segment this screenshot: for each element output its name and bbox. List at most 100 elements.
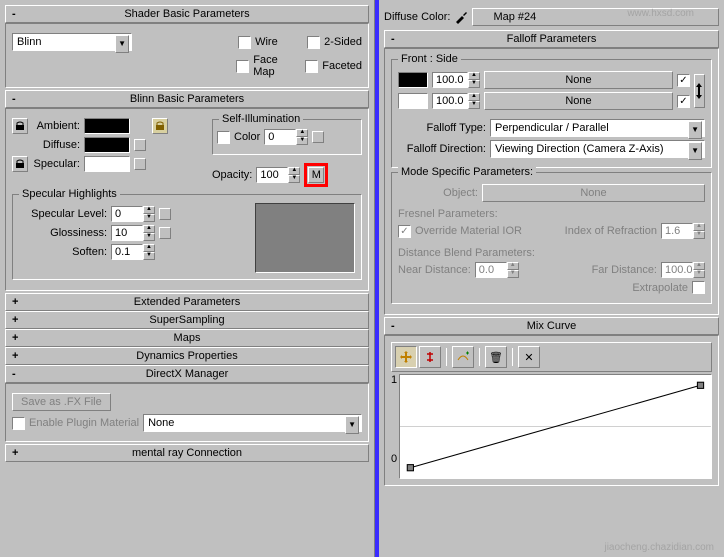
enable-plugin-checkbox[interactable] xyxy=(12,417,25,430)
color-checkbox[interactable] xyxy=(217,131,230,144)
lock-diffuse-specular-button[interactable] xyxy=(12,156,28,172)
collapse-icon: - xyxy=(391,320,395,332)
two-sided-checkbox[interactable] xyxy=(307,36,320,49)
glossiness-map-button[interactable] xyxy=(159,227,171,239)
side-value-input[interactable]: 100.0 xyxy=(432,93,468,109)
soften-input[interactable]: 0.1 xyxy=(111,244,143,260)
blinn-basic-header[interactable]: - Blinn Basic Parameters xyxy=(5,90,369,108)
extended-params-title: Extended Parameters xyxy=(134,296,240,308)
delete-point-button[interactable]: 🗑 xyxy=(485,346,507,368)
mentalray-title: mental ray Connection xyxy=(132,447,242,459)
soften-label: Soften: xyxy=(19,246,107,258)
spinner-down[interactable]: ▼ xyxy=(143,233,155,241)
y-axis-1: 1 xyxy=(391,374,397,386)
spec-level-input[interactable]: 0 xyxy=(111,206,143,222)
add-point-icon xyxy=(456,350,470,364)
front-side-title: Front : Side xyxy=(398,53,461,65)
supersampling-header[interactable]: +SuperSampling xyxy=(5,311,369,329)
falloff-dir-dropdown[interactable]: Viewing Direction (Camera Z-Axis) xyxy=(490,140,705,158)
directx-header[interactable]: -DirectX Manager xyxy=(5,365,369,383)
side-enable-checkbox[interactable]: ✓ xyxy=(677,95,690,108)
specular-preview xyxy=(255,203,355,273)
opacity-map-button[interactable]: M xyxy=(308,167,324,183)
side-map-button[interactable]: None xyxy=(484,92,673,110)
falloff-type-label: Falloff Type: xyxy=(398,122,486,134)
y-axis-0: 0 xyxy=(391,453,397,465)
near-label: Near Distance: xyxy=(398,264,471,276)
maps-title: Maps xyxy=(174,332,201,344)
faceted-checkbox[interactable] xyxy=(305,60,318,73)
front-enable-checkbox[interactable]: ✓ xyxy=(677,74,690,87)
curve-chart xyxy=(400,375,711,478)
spinner-up[interactable]: ▲ xyxy=(143,225,155,233)
shader-basic-header[interactable]: - Shader Basic Parameters xyxy=(5,5,369,23)
plugin-dropdown[interactable]: None xyxy=(143,414,362,432)
override-ior-checkbox: ✓ xyxy=(398,225,411,238)
spinner-down[interactable]: ▼ xyxy=(468,101,480,109)
mix-curve-header[interactable]: -Mix Curve xyxy=(384,317,719,335)
spinner-down[interactable]: ▼ xyxy=(296,137,308,145)
shader-basic-rollout: - Shader Basic Parameters Blinn Wire 2-S… xyxy=(5,5,369,88)
spinner-up[interactable]: ▲ xyxy=(296,129,308,137)
spinner-up[interactable]: ▲ xyxy=(143,244,155,252)
extrapolate-label: Extrapolate xyxy=(632,282,688,294)
self-illum-input[interactable]: 0 xyxy=(264,129,296,145)
scale-tool-button[interactable] xyxy=(419,346,441,368)
dynamics-header[interactable]: +Dynamics Properties xyxy=(5,347,369,365)
curve-toolbar: 🗑 ✕ xyxy=(391,342,712,372)
maps-header[interactable]: + Maps xyxy=(5,329,369,347)
ambient-swatch[interactable] xyxy=(84,118,130,134)
collapse-icon: - xyxy=(12,368,16,380)
facemap-checkbox[interactable] xyxy=(236,60,249,73)
left-panel: - Shader Basic Parameters Blinn Wire 2-S… xyxy=(0,0,375,557)
front-map-button[interactable]: None xyxy=(484,71,673,89)
extended-params-header[interactable]: +Extended Parameters xyxy=(5,293,369,311)
eyedropper-icon xyxy=(454,10,468,24)
self-illum-map-button[interactable] xyxy=(312,131,324,143)
spinner-up[interactable]: ▲ xyxy=(468,93,480,101)
spinner-down[interactable]: ▼ xyxy=(288,175,300,183)
side-swatch[interactable] xyxy=(398,93,428,109)
spinner-down[interactable]: ▼ xyxy=(143,252,155,260)
spinner-down[interactable]: ▼ xyxy=(468,80,480,88)
front-swatch[interactable] xyxy=(398,72,428,88)
override-ior-label: Override Material IOR xyxy=(415,225,522,237)
falloff-type-dropdown[interactable]: Perpendicular / Parallel xyxy=(490,119,705,137)
lock-ambient-button[interactable] xyxy=(152,118,168,134)
curve-editor[interactable] xyxy=(399,374,712,479)
blinn-basic-rollout: - Blinn Basic Parameters Ambient: xyxy=(5,90,369,291)
two-sided-label: 2-Sided xyxy=(324,36,362,48)
mentalray-header[interactable]: +mental ray Connection xyxy=(5,444,369,462)
extrapolate-checkbox xyxy=(692,281,705,294)
opacity-input[interactable]: 100 xyxy=(256,167,288,183)
diffuse-color-label: Diffuse Color: xyxy=(384,11,450,23)
diffuse-swatch[interactable] xyxy=(84,137,130,153)
glossiness-input[interactable]: 10 xyxy=(111,225,143,241)
spinner-down[interactable]: ▼ xyxy=(143,214,155,222)
facemap-label: Face Map xyxy=(253,54,301,78)
lock-ambient-diffuse-button[interactable] xyxy=(12,118,28,134)
wire-checkbox[interactable] xyxy=(238,36,251,49)
shader-dropdown[interactable]: Blinn xyxy=(12,33,132,51)
collapse-icon: - xyxy=(12,93,16,105)
dynamics-title: Dynamics Properties xyxy=(136,350,237,362)
swap-button[interactable] xyxy=(694,74,705,108)
add-point-button[interactable] xyxy=(452,346,474,368)
expand-icon: + xyxy=(12,332,18,344)
distance-label: Distance Blend Parameters: xyxy=(398,247,705,259)
specular-map-button[interactable] xyxy=(134,158,146,170)
save-fx-button[interactable]: Save as .FX File xyxy=(12,393,111,411)
opacity-label: Opacity: xyxy=(212,169,252,181)
move-tool-button[interactable] xyxy=(395,346,417,368)
specular-swatch[interactable] xyxy=(84,156,130,172)
falloff-header[interactable]: -Falloff Parameters xyxy=(384,30,719,48)
diffuse-map-button[interactable] xyxy=(134,139,146,151)
front-value-input[interactable]: 100.0 xyxy=(432,72,468,88)
spinner-up[interactable]: ▲ xyxy=(468,72,480,80)
falloff-dir-label: Falloff Direction: xyxy=(398,143,486,155)
spinner-up[interactable]: ▲ xyxy=(143,206,155,214)
lock-icon xyxy=(15,159,25,169)
reset-button[interactable]: ✕ xyxy=(518,346,540,368)
spinner-up[interactable]: ▲ xyxy=(288,167,300,175)
spec-level-map-button[interactable] xyxy=(159,208,171,220)
